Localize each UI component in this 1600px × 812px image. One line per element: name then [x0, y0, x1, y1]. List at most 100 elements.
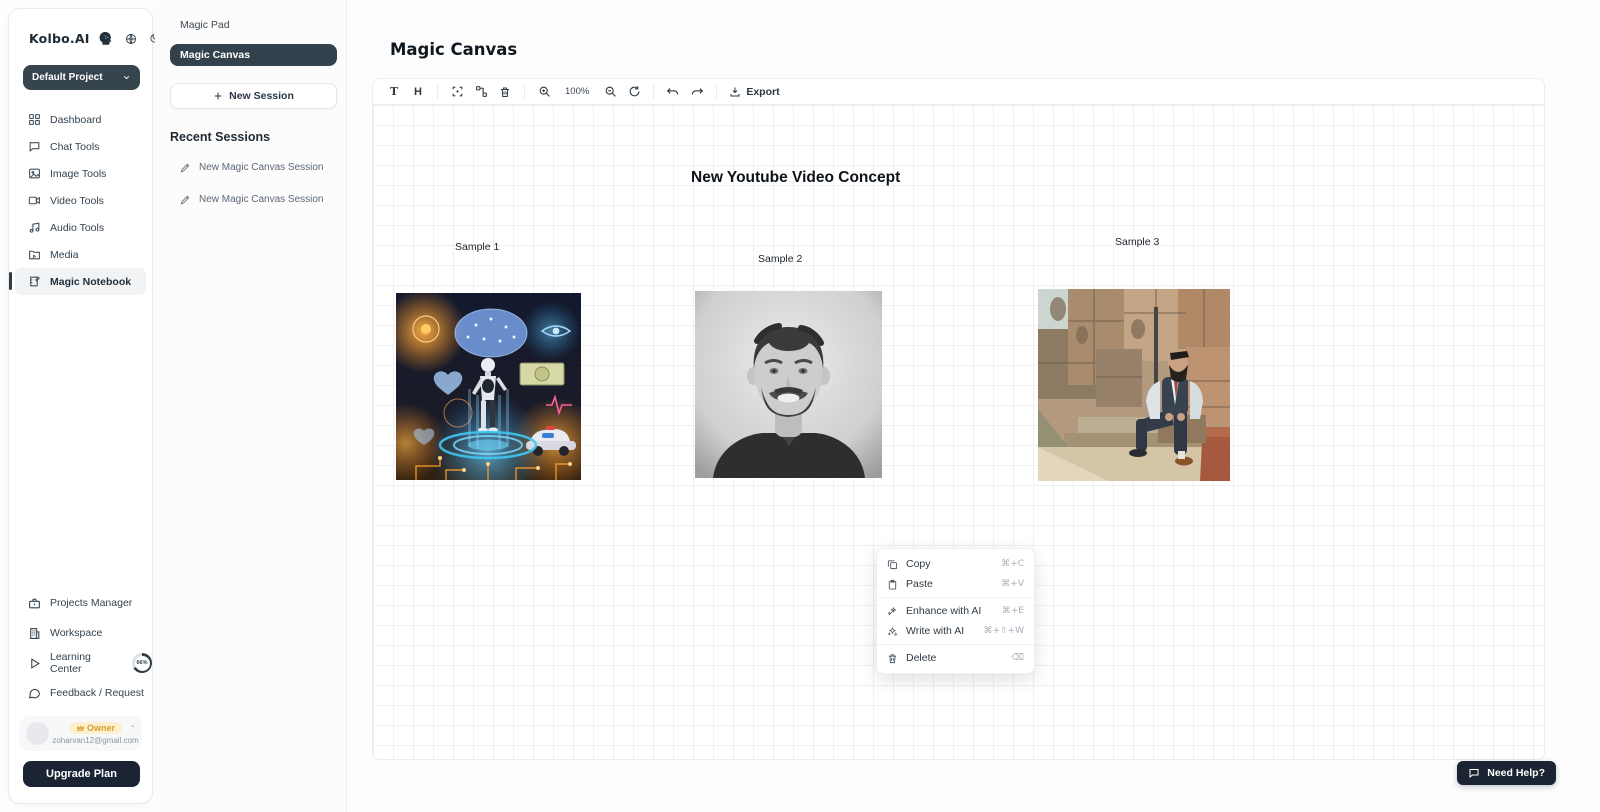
sidebar-item-dashboard[interactable]: Dashboard	[15, 106, 146, 133]
sidebar-item-label: Audio Tools	[50, 222, 104, 234]
sample-2-image[interactable]	[695, 291, 882, 478]
context-menu-label: Write with AI	[906, 625, 964, 637]
sidebar-item-label: Projects Manager	[50, 597, 132, 609]
head-circuit-icon	[98, 31, 113, 46]
context-menu-item-delete[interactable]: Delete ⌫	[877, 648, 1034, 668]
redo-icon	[690, 85, 704, 99]
sidebar-item-workspace[interactable]: Workspace	[9, 618, 152, 648]
sidebar-item-media[interactable]: Media	[15, 241, 146, 268]
sidebar-item-magic-notebook[interactable]: Magic Notebook	[15, 268, 146, 295]
paste-icon	[887, 579, 898, 590]
context-menu-shortcut: ⌘+V	[1001, 579, 1024, 589]
zoom-out-button[interactable]	[599, 82, 621, 102]
context-menu-divider	[877, 597, 1034, 598]
chevron-down-icon	[122, 73, 131, 82]
sidebar-item-learning-center[interactable]: Learning Center 66%	[9, 648, 152, 678]
tab-magic-pad[interactable]: Magic Pad	[170, 14, 337, 36]
plus-icon	[213, 91, 223, 101]
toolbar-divider	[524, 84, 525, 99]
building-icon	[28, 627, 41, 640]
connector-icon	[475, 85, 488, 98]
context-menu-label: Enhance with AI	[906, 605, 981, 617]
need-help-button[interactable]: Need Help?	[1457, 761, 1556, 785]
toolbar-divider	[716, 84, 717, 99]
sidebar-nav: Dashboard Chat Tools Image Tools Video T…	[9, 106, 152, 295]
session-list-item[interactable]: New Magic Canvas Session	[170, 190, 337, 208]
sidebar-item-video-tools[interactable]: Video Tools	[15, 187, 146, 214]
zoom-in-icon	[538, 85, 551, 98]
sidebar-item-label: Feedback / Request	[50, 687, 144, 699]
zoom-in-button[interactable]	[533, 82, 555, 102]
export-label: Export	[746, 86, 779, 98]
canvas-grid[interactable]: New Youtube Video Concept Sample 1 Sampl…	[373, 105, 1544, 760]
sidebar-item-feedback[interactable]: Feedback / Request	[9, 678, 152, 708]
redo-button[interactable]	[686, 82, 708, 102]
context-menu-item-copy[interactable]: Copy ⌘+C	[877, 554, 1034, 574]
user-account-box[interactable]: Owner zoharvan12@gmail.com ⌃	[19, 716, 142, 751]
new-session-label: New Session	[229, 90, 294, 102]
session-panel: Magic Pad Magic Canvas New Session Recen…	[155, 0, 347, 812]
sidebar-bottom: Projects Manager Workspace Learning Cent…	[9, 588, 152, 803]
zoom-level: 100%	[565, 86, 589, 97]
video-icon	[28, 194, 41, 207]
sidebar-item-projects-manager[interactable]: Projects Manager	[9, 588, 152, 618]
feedback-icon	[28, 687, 41, 700]
sidebar-item-label: Video Tools	[50, 195, 104, 207]
main-sidebar: Kolbo.AI Default Project Dashboard Chat …	[8, 8, 153, 804]
canvas-board: T H 100% Export New Youtube Video Concep…	[372, 78, 1545, 760]
context-menu-item-paste[interactable]: Paste ⌘+V	[877, 574, 1034, 594]
globe-icon[interactable]	[125, 33, 137, 45]
chat-icon	[28, 140, 41, 153]
upgrade-plan-button[interactable]: Upgrade Plan	[23, 761, 140, 787]
brand-name: Kolbo.AI	[29, 31, 90, 46]
context-menu-item-write-with-ai[interactable]: Write with AI ⌘+⇧+W	[877, 621, 1034, 641]
brand-row: Kolbo.AI	[9, 9, 152, 46]
pencil-icon	[180, 162, 191, 173]
sidebar-item-label: Image Tools	[50, 168, 106, 180]
play-icon	[28, 657, 41, 670]
sample-1-image[interactable]	[396, 293, 581, 480]
context-menu-label: Paste	[906, 578, 933, 590]
tab-magic-canvas[interactable]: Magic Canvas	[170, 44, 337, 66]
sidebar-item-image-tools[interactable]: Image Tools	[15, 160, 146, 187]
sidebar-item-label: Media	[50, 249, 79, 261]
sidebar-item-chat-tools[interactable]: Chat Tools	[15, 133, 146, 160]
toolbar-divider	[653, 84, 654, 99]
download-icon	[729, 86, 741, 98]
context-menu: Copy ⌘+C Paste ⌘+V Enhance with AI ⌘+E W…	[876, 548, 1035, 674]
context-menu-label: Delete	[906, 652, 936, 664]
context-menu-shortcut: ⌫	[1011, 653, 1024, 663]
text-tool-button[interactable]: T	[383, 82, 405, 102]
select-scan-button[interactable]	[446, 82, 468, 102]
rotate-icon	[628, 85, 641, 98]
zoom-out-icon	[604, 85, 617, 98]
sidebar-item-label: Chat Tools	[50, 141, 99, 153]
session-list-item[interactable]: New Magic Canvas Session	[170, 158, 337, 176]
recent-sessions-heading: Recent Sessions	[170, 130, 337, 144]
canvas-text-heading[interactable]: New Youtube Video Concept	[691, 169, 900, 187]
sample-1-label[interactable]: Sample 1	[455, 241, 499, 253]
sample-3-label[interactable]: Sample 3	[1115, 236, 1159, 248]
page-title: Magic Canvas	[390, 40, 517, 59]
undo-button[interactable]	[662, 82, 684, 102]
session-item-label: New Magic Canvas Session	[199, 162, 324, 173]
connector-button[interactable]	[470, 82, 492, 102]
sidebar-item-audio-tools[interactable]: Audio Tools	[15, 214, 146, 241]
canvas-toolbar: T H 100% Export	[373, 79, 1544, 105]
chat-bubble-icon	[1468, 767, 1480, 779]
export-button[interactable]: Export	[729, 86, 779, 98]
delete-tool-button[interactable]	[494, 82, 516, 102]
heading-tool-button[interactable]: H	[407, 82, 429, 102]
briefcase-icon	[28, 597, 41, 610]
role-badge-label: Owner	[87, 723, 115, 733]
session-item-label: New Magic Canvas Session	[199, 194, 324, 205]
write-ai-icon	[887, 626, 898, 637]
trash-icon	[887, 653, 898, 664]
sample-2-label[interactable]: Sample 2	[758, 253, 802, 265]
project-selector[interactable]: Default Project	[23, 65, 140, 90]
sample-3-image[interactable]	[1038, 289, 1230, 481]
new-session-button[interactable]: New Session	[170, 83, 337, 109]
context-menu-item-enhance-with-ai[interactable]: Enhance with AI ⌘+E	[877, 601, 1034, 621]
sidebar-item-label: Workspace	[50, 627, 102, 639]
reset-view-button[interactable]	[623, 82, 645, 102]
